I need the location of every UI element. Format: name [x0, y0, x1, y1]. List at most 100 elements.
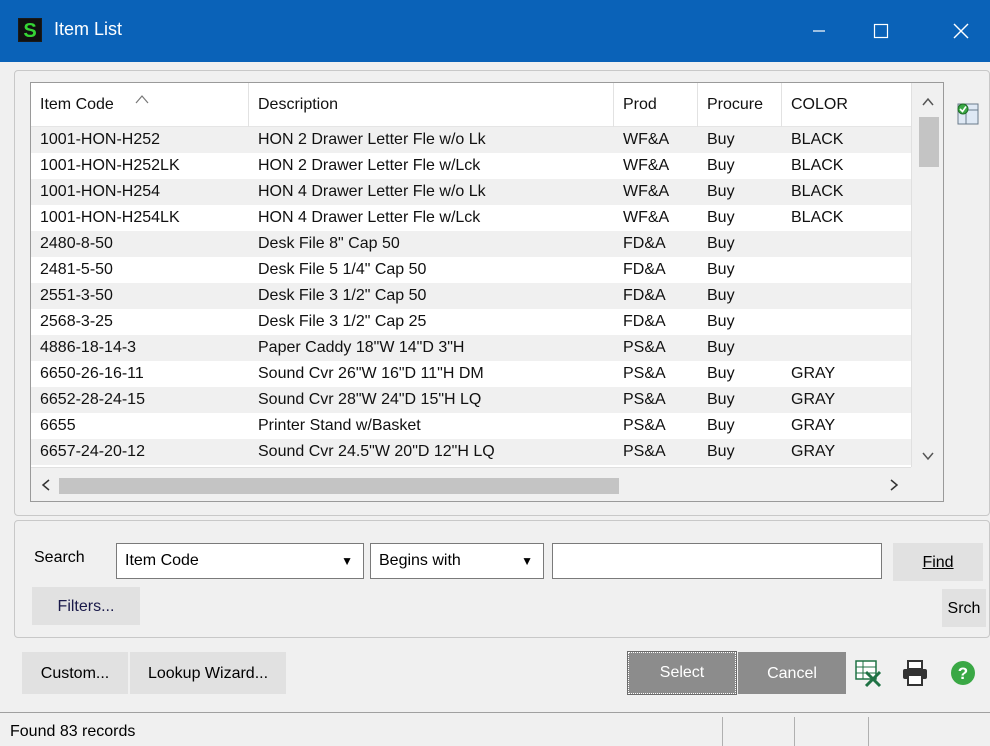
minimize-button[interactable]	[796, 0, 842, 62]
table-row[interactable]: 2481-5-50 Desk File 5 1/4" Cap 50 FD&A Buy	[31, 257, 911, 283]
svg-text:?: ?	[958, 664, 968, 683]
table-cell: WF&A	[623, 209, 670, 226]
printer-icon	[903, 660, 927, 686]
table-cell	[782, 309, 911, 335]
table-cell	[782, 335, 911, 361]
horizontal-scrollbar[interactable]	[31, 467, 911, 501]
table-row[interactable]: 2551-3-50 Desk File 3 1/2" Cap 50 FD&A Buy	[31, 283, 911, 309]
column-settings-button[interactable]	[954, 100, 982, 128]
table-cell: FD&A	[623, 261, 666, 278]
search-field-select[interactable]: Item Code ▼	[116, 543, 364, 579]
table-cell: PS&A	[623, 391, 666, 408]
table-cell: BLACK	[791, 183, 844, 200]
filters-button[interactable]: Filters...	[32, 587, 140, 625]
search-operator-value: Begins with	[379, 552, 461, 569]
table-cell: 1001-HON-H254	[40, 183, 161, 200]
search-field-value: Item Code	[125, 552, 199, 569]
item-grid[interactable]: Item Code Description Prod Procure COLOR…	[30, 82, 944, 502]
table-cell: Buy	[707, 157, 735, 174]
table-cell: PS&A	[623, 443, 666, 460]
table-cell: HON 4 Drawer Letter Fle w/Lck	[258, 209, 481, 226]
table-cell: HON 2 Drawer Letter Fle w/Lck	[258, 157, 481, 174]
scroll-up-icon[interactable]	[912, 87, 944, 117]
table-cell: Desk File 3 1/2" Cap 25	[258, 313, 427, 330]
table-cell: Buy	[707, 391, 735, 408]
export-excel-button[interactable]	[854, 658, 884, 688]
scroll-right-icon[interactable]	[879, 468, 909, 502]
column-header-description[interactable]: Description	[249, 83, 614, 127]
column-settings-icon	[957, 103, 979, 125]
table-row[interactable]: 4886-18-14-3 Paper Caddy 18"W 14"D 3"H PS&…	[31, 335, 911, 361]
close-button[interactable]	[938, 0, 984, 62]
find-button[interactable]: Find	[893, 543, 983, 581]
table-cell: PS&A	[623, 417, 666, 434]
table-cell: 6655	[40, 417, 76, 434]
table-cell: BLACK	[791, 157, 844, 174]
table-cell: GRAY	[791, 365, 836, 382]
table-cell: Sound Cvr 24.5"W 20"D 12"H LQ	[258, 443, 495, 460]
table-row[interactable]: 6657-24-20-12 Sound Cvr 24.5"W 20"D 12"H …	[31, 439, 911, 465]
table-cell: Buy	[707, 339, 735, 356]
table-row[interactable]: 2480-8-50 Desk File 8" Cap 50 FD&A Buy	[31, 231, 911, 257]
column-header-prod[interactable]: Prod	[614, 83, 698, 127]
table-cell: Sound Cvr 28"W 24"D 15"H LQ	[258, 391, 482, 408]
status-pane	[868, 717, 869, 746]
srch-button[interactable]: Srch	[942, 589, 986, 627]
chevron-down-icon: ▼	[341, 554, 353, 568]
table-row[interactable]: 1001-HON-H252LK HON 2 Drawer Letter Fle w…	[31, 153, 911, 179]
table-row[interactable]: 6655 Printer Stand w/Basket PS&A Buy GRAY	[31, 413, 911, 439]
lookup-wizard-button[interactable]: Lookup Wizard...	[130, 652, 286, 694]
table-cell: HON 4 Drawer Letter Fle w/o Lk	[258, 183, 486, 200]
table-cell: FD&A	[623, 287, 666, 304]
print-button[interactable]	[900, 658, 930, 688]
table-cell: 2481-5-50	[40, 261, 113, 278]
horizontal-scroll-thumb[interactable]	[59, 478, 619, 494]
status-text: Found 83 records	[10, 723, 136, 740]
excel-icon	[855, 660, 882, 688]
table-row[interactable]: 6650-26-16-11 Sound Cvr 26"W 16"D 11"H DM…	[31, 361, 911, 387]
table-cell: 1001-HON-H252	[40, 131, 161, 148]
table-cell: Buy	[707, 417, 735, 434]
table-row[interactable]: 1001-HON-H254LK HON 4 Drawer Letter Fle w…	[31, 205, 911, 231]
table-row[interactable]: 6652-28-24-15 Sound Cvr 28"W 24"D 15"H LQ…	[31, 387, 911, 413]
close-icon	[953, 23, 969, 39]
table-cell: GRAY	[791, 391, 836, 408]
column-header-color[interactable]: COLOR	[782, 83, 911, 127]
table-cell: WF&A	[623, 157, 670, 174]
help-button[interactable]: ?	[948, 658, 978, 688]
vertical-scroll-thumb[interactable]	[919, 117, 939, 167]
title-bar: S Item List	[0, 0, 990, 62]
search-operator-select[interactable]: Begins with ▼	[370, 543, 544, 579]
table-cell: Paper Caddy 18"W 14"D 3"H	[258, 339, 465, 356]
chevron-down-icon: ▼	[521, 554, 533, 568]
table-cell: Buy	[707, 131, 735, 148]
scroll-left-icon[interactable]	[31, 468, 61, 502]
table-cell: PS&A	[623, 339, 666, 356]
maximize-button[interactable]	[858, 0, 904, 62]
table-cell: PS&A	[623, 365, 666, 382]
table-cell: 2551-3-50	[40, 287, 113, 304]
vertical-scrollbar[interactable]	[911, 83, 943, 467]
column-header-label: Item Code	[40, 96, 114, 113]
table-cell: Buy	[707, 287, 735, 304]
table-cell: GRAY	[791, 417, 836, 434]
table-cell: Buy	[707, 443, 735, 460]
custom-button[interactable]: Custom...	[22, 652, 128, 694]
table-cell: 4886-18-14-3	[40, 339, 137, 356]
table-cell: 2568-3-25	[40, 313, 113, 330]
column-header-procure[interactable]: Procure	[698, 83, 782, 127]
table-cell: FD&A	[623, 235, 666, 252]
table-cell: Desk File 8" Cap 50	[258, 235, 400, 252]
table-row[interactable]: 1001-HON-H254 HON 4 Drawer Letter Fle w/o…	[31, 179, 911, 205]
table-cell: 1001-HON-H254LK	[40, 209, 180, 226]
cancel-button[interactable]: Cancel	[738, 652, 846, 694]
find-label: Find	[922, 554, 954, 571]
table-row[interactable]: 1001-HON-H252 HON 2 Drawer Letter Fle w/o…	[31, 127, 911, 153]
table-row[interactable]: 2568-3-25 Desk File 3 1/2" Cap 25 FD&A Buy	[31, 309, 911, 335]
scroll-corner	[911, 467, 943, 501]
minimize-icon	[813, 30, 825, 32]
select-button[interactable]: Select	[627, 651, 737, 695]
column-header-item-code[interactable]: Item Code	[31, 83, 249, 127]
search-input[interactable]	[552, 543, 882, 579]
table-cell: Desk File 3 1/2" Cap 50	[258, 287, 427, 304]
